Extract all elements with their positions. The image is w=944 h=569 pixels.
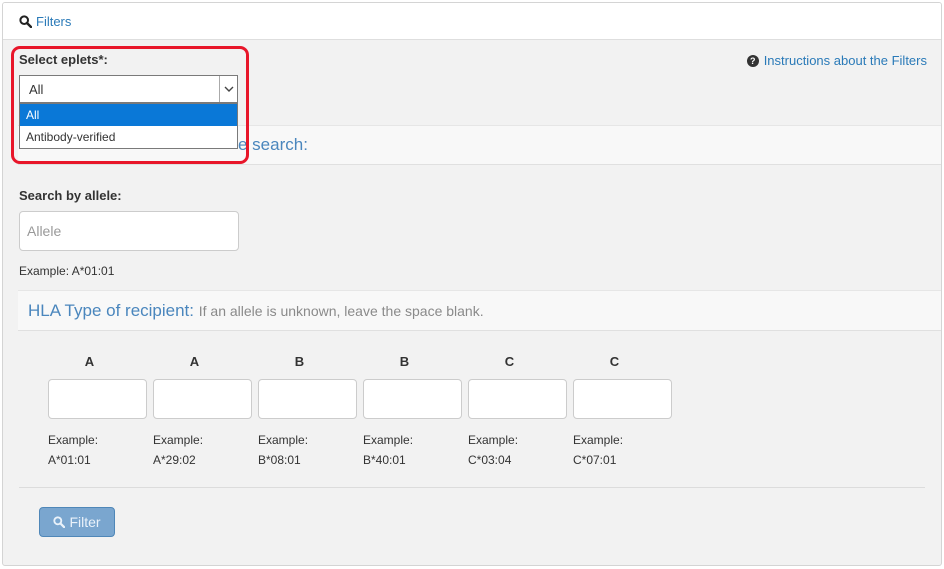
hla-locus-label: C <box>609 354 620 369</box>
hla-example-value: B*08:01 <box>258 453 301 467</box>
hla-locus-label: C <box>504 354 515 369</box>
filters-toggle-link[interactable]: Filters <box>19 14 71 29</box>
hla-example-value: B*40:01 <box>363 453 406 467</box>
filter-button[interactable]: Filter <box>39 507 115 537</box>
hla-example-value: C*07:01 <box>573 453 617 467</box>
eplets-dropdown-list: All Antibody-verified <box>19 103 238 149</box>
hla-example: Example: A*01:01 <box>48 430 147 470</box>
hla-example-label: Example: <box>363 433 414 447</box>
select-eplets-label: Select eplets*: <box>19 52 108 67</box>
eplets-option-antibody-verified[interactable]: Antibody-verified <box>20 126 237 148</box>
hla-locus-label: A <box>189 354 200 369</box>
hla-type-title-text: HLA Type of recipient: <box>28 301 195 320</box>
hla-column-c2: C Example: C*07:01 <box>573 354 672 470</box>
hla-example-label: Example: <box>573 433 624 447</box>
hla-example-label: Example: <box>468 433 519 447</box>
hla-a1-input[interactable] <box>48 379 147 419</box>
search-icon <box>53 516 66 528</box>
search-icon <box>19 15 32 28</box>
hla-example: Example: B*08:01 <box>258 430 357 470</box>
hla-column-c1: C Example: C*03:04 <box>468 354 567 470</box>
hla-example: Example: B*40:01 <box>363 430 462 470</box>
eplets-select[interactable]: All <box>19 75 238 103</box>
allele-example: Example: A*01:01 <box>19 264 115 278</box>
instructions-link[interactable]: ? Instructions about the Filters <box>746 53 927 68</box>
hla-example-label: Example: <box>258 433 309 447</box>
filter-button-label: Filter <box>69 514 101 530</box>
hla-type-section-header: HLA Type of recipient: If an allele is u… <box>18 290 941 331</box>
hla-locus-label: A <box>84 354 95 369</box>
question-circle-icon: ? <box>746 54 759 67</box>
filters-panel: Filters Select eplets*: All All Antibody… <box>2 2 942 566</box>
hla-type-hint: If an allele is unknown, leave the space… <box>198 303 484 319</box>
form-divider <box>19 487 925 488</box>
hla-c1-input[interactable] <box>468 379 567 419</box>
hla-example-label: Example: <box>153 433 204 447</box>
chevron-down-icon[interactable] <box>219 76 237 102</box>
filters-label: Filters <box>36 14 72 29</box>
hla-example: Example: C*03:04 <box>468 430 567 470</box>
eplets-option-all[interactable]: All <box>20 104 237 126</box>
panel-heading: Filters <box>3 3 941 40</box>
instructions-link-label: Instructions about the Filters <box>763 53 927 68</box>
hla-example-value: C*03:04 <box>468 453 512 467</box>
hla-column-a2: A Example: A*29:02 <box>153 354 252 470</box>
hla-example-label: Example: <box>48 433 99 447</box>
search-by-allele-label: Search by allele: <box>19 188 122 203</box>
allele-input[interactable] <box>19 211 239 251</box>
hla-example-value: A*01:01 <box>48 453 91 467</box>
hla-example: Example: C*07:01 <box>573 430 672 470</box>
hla-column-b1: B Example: B*08:01 <box>258 354 357 470</box>
hla-column-a1: A Example: A*01:01 <box>48 354 147 470</box>
hla-example-value: A*29:02 <box>153 453 196 467</box>
eplet-search-section-title: e search: <box>238 135 308 154</box>
hla-b1-input[interactable] <box>258 379 357 419</box>
hla-locus-label: B <box>399 354 410 369</box>
hla-example: Example: A*29:02 <box>153 430 252 470</box>
hla-column-b2: B Example: B*40:01 <box>363 354 462 470</box>
hla-type-title: HLA Type of recipient: If an allele is u… <box>28 301 484 321</box>
hla-a2-input[interactable] <box>153 379 252 419</box>
hla-b2-input[interactable] <box>363 379 462 419</box>
hla-c2-input[interactable] <box>573 379 672 419</box>
hla-locus-label: B <box>294 354 305 369</box>
eplets-select-value: All <box>29 82 44 97</box>
